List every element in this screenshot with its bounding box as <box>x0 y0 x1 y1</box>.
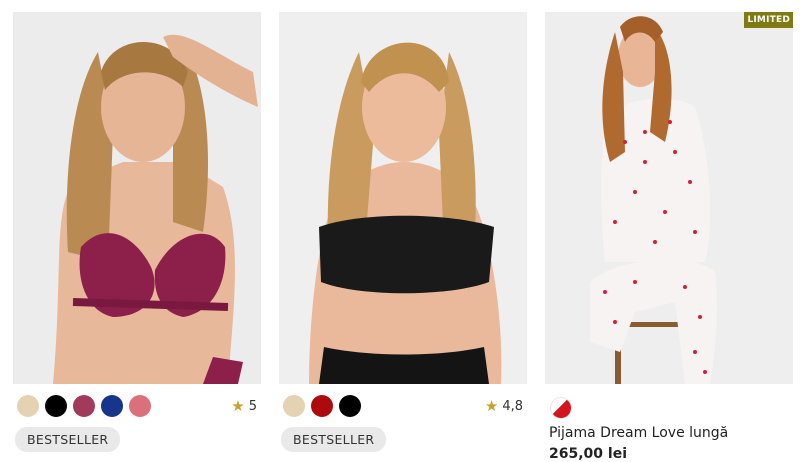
color-swatch-split[interactable] <box>550 397 572 419</box>
star-icon: ★ <box>484 397 499 415</box>
product-meta: ★ 4,8 <box>279 384 527 420</box>
color-swatch[interactable] <box>283 395 305 417</box>
limited-flag: LIMITED <box>744 12 793 28</box>
product-price: 265,00 lei <box>549 446 627 462</box>
product-rating: ★ 5 <box>231 397 257 415</box>
product-image[interactable] <box>13 12 261 384</box>
star-icon: ★ <box>231 397 245 415</box>
bestseller-badge: BESTSELLER <box>15 427 121 452</box>
product-image[interactable] <box>279 12 527 384</box>
rating-value: 4,8 <box>502 399 523 414</box>
color-swatches <box>283 395 361 417</box>
color-swatch[interactable] <box>339 395 361 417</box>
product-card[interactable]: LIMITED <box>545 12 793 384</box>
product-image[interactable]: LIMITED <box>545 12 793 384</box>
rating-value: 5 <box>248 399 257 414</box>
product-card[interactable]: ★ 4,8 <box>279 12 527 420</box>
color-swatch[interactable] <box>17 395 39 417</box>
product-rating: ★ 4,8 <box>484 397 523 415</box>
color-swatch[interactable] <box>311 395 333 417</box>
product-title[interactable]: Pijama Dream Love lungă <box>549 425 728 441</box>
color-swatch[interactable] <box>129 395 151 417</box>
color-swatches <box>17 395 151 417</box>
product-meta: ★ 5 <box>13 384 261 420</box>
color-swatch[interactable] <box>73 395 95 417</box>
color-swatch[interactable] <box>45 395 67 417</box>
color-swatch[interactable] <box>101 395 123 417</box>
bestseller-badge: BESTSELLER <box>281 427 387 452</box>
product-card[interactable]: ★ 5 <box>13 12 261 420</box>
